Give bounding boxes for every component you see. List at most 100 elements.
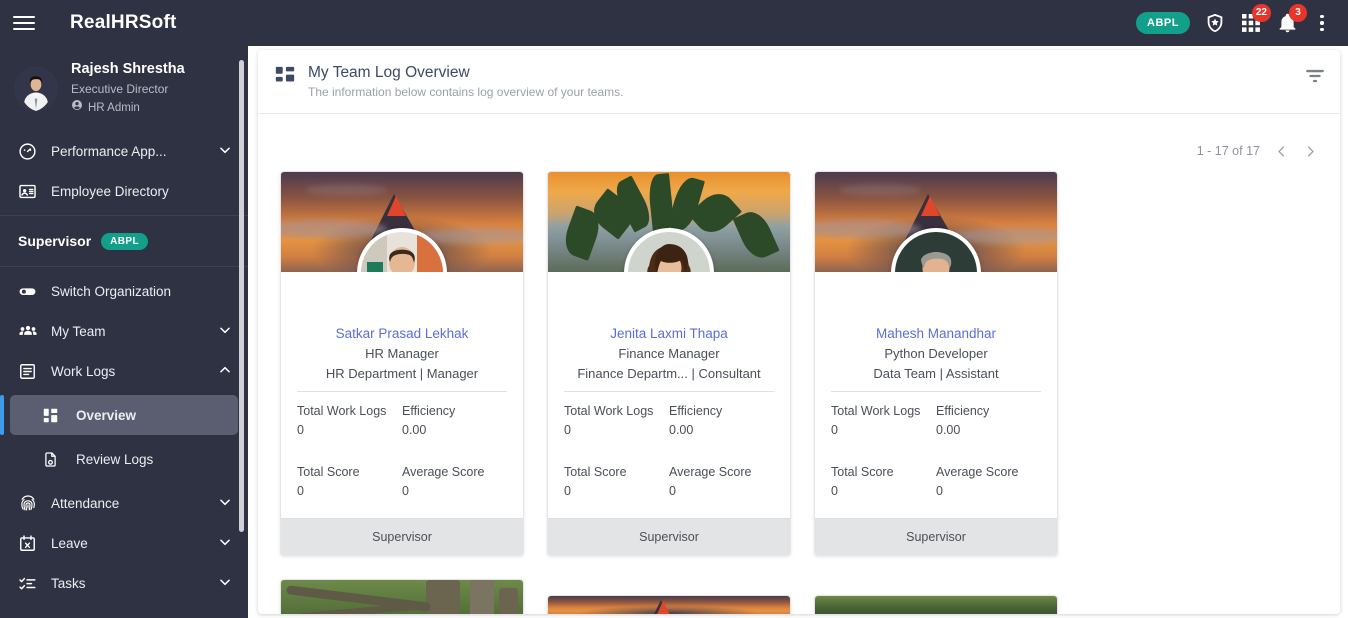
pagination-next-button[interactable] (1303, 144, 1318, 159)
section-label: Supervisor (18, 233, 92, 250)
profile-name: Rajesh Shrestha (71, 61, 185, 77)
sidebar-item-label: Overview (76, 407, 137, 423)
sidebar-item-label: Tasks (51, 575, 86, 591)
sidebar-item-label: Attendance (51, 495, 120, 511)
more-vertical-icon[interactable] (1312, 10, 1332, 36)
stat-label-average-score: Average Score (402, 464, 485, 479)
card-body: Mahesh Manandhar Python Developer Data T… (815, 272, 1057, 518)
stat-label-total-work-logs: Total Work Logs (831, 404, 921, 419)
apps-badge-count: 22 (1251, 4, 1271, 22)
stat-label-total-score: Total Score (297, 464, 360, 479)
profile-role: HR Admin (71, 99, 185, 117)
employee-card[interactable]: Mahesh Manandhar Python Developer Data T… (814, 170, 1058, 556)
sidebar-item-overview[interactable]: Overview (0, 395, 238, 436)
chevron-up-icon (218, 363, 232, 380)
employee-card[interactable]: Satkar Prasad Lekhak HR Manager HR Depar… (280, 170, 524, 556)
bell-icon[interactable]: 3 (1276, 4, 1307, 34)
sidebar-item-employee-directory[interactable]: Employee Directory (0, 171, 248, 211)
sidebar-item-switch-organization[interactable]: Switch Organization (0, 271, 248, 311)
app-root: RealHRSoft ABPL 22 3 Rajesh Shrestha Exe… (0, 0, 1348, 618)
stat-value-total-work-logs: 0 (564, 423, 571, 438)
profile-role-label: HR Admin (88, 101, 140, 114)
stat-label-efficiency: Efficiency (669, 404, 723, 419)
stat-value-efficiency: 0.00 (669, 423, 694, 438)
employee-photo (895, 231, 977, 272)
dashboard-grid-icon (274, 65, 296, 92)
stat-label-average-score: Average Score (936, 464, 1019, 479)
avatar (624, 227, 714, 272)
divider (0, 215, 248, 217)
stat-value-total-score: 0 (297, 484, 304, 499)
employee-name-link[interactable]: Satkar Prasad Lekhak (295, 324, 509, 344)
stat-value-efficiency: 0.00 (936, 423, 961, 438)
employee-department: HR Department | Manager (325, 365, 479, 381)
employee-card[interactable]: Sushmita Gautam Finance Officer Finance … (280, 578, 524, 614)
speedometer-icon (18, 142, 44, 161)
sidebar-item-label: Employee Directory (51, 183, 169, 199)
card-banner-forest (815, 595, 1057, 614)
sidebar-item-my-team[interactable]: My Team (0, 311, 248, 351)
stat-value-total-work-logs: 0 (831, 423, 838, 438)
sidebar-item-label: Switch Organization (51, 283, 172, 299)
content-area: My Team Log Overview The information bel… (248, 46, 1348, 618)
chevron-down-icon (218, 143, 232, 160)
stat-value-average-score: 0 (402, 484, 409, 499)
employee-name-link[interactable]: Jenita Laxmi Thapa (562, 324, 776, 344)
task-list-icon (18, 574, 44, 593)
employee-department: Finance Departm... | Consultant (577, 365, 761, 381)
sidebar-scrollbar[interactable] (239, 60, 244, 532)
profile-designation: Executive Director (71, 81, 169, 96)
section-badge: ABPL (101, 232, 148, 250)
stat-value-average-score: 0 (669, 484, 676, 499)
divider (0, 266, 248, 268)
employee-stats: Total Work Logs 0 Efficiency 0.00 Total Sc… (829, 402, 1043, 508)
chevron-down-icon (218, 323, 232, 340)
divider (564, 391, 774, 393)
page-title: My Team Log Overview (308, 64, 470, 81)
employee-title: Finance Manager (618, 346, 720, 362)
hamburger-icon[interactable] (0, 0, 48, 46)
sidebar-item-tasks[interactable]: Tasks (0, 563, 248, 603)
pagination-range: 1 - 17 of 17 (1196, 144, 1260, 159)
sidebar-item-label: Review Logs (76, 451, 154, 467)
employee-name-link[interactable]: Mahesh Manandhar (829, 324, 1043, 344)
sidebar-profile[interactable]: Rajesh Shrestha Executive Director HR Ad… (0, 46, 248, 131)
stat-value-total-score: 0 (831, 484, 838, 499)
shield-star-icon[interactable] (1204, 12, 1226, 34)
pagination-prev-button[interactable] (1274, 144, 1289, 159)
calendar-x-icon (18, 534, 44, 553)
notebook-icon (18, 362, 44, 381)
stat-value-total-work-logs: 0 (297, 423, 304, 438)
sidebar-item-review-logs[interactable]: Review Logs (10, 439, 238, 479)
sidebar-item-leave[interactable]: Leave (0, 523, 248, 563)
employee-stats: Total Work Logs 0 Efficiency 0.00 Total Sc… (562, 402, 776, 508)
employee-stats: Total Work Logs 0 Efficiency 0.00 Total Sc… (295, 402, 509, 508)
panel-header: My Team Log Overview The information bel… (258, 50, 1340, 114)
employee-title: HR Manager (365, 346, 439, 362)
employee-title: Python Developer (884, 346, 988, 362)
people-group-icon (18, 321, 44, 341)
employee-card[interactable] (547, 594, 791, 614)
employee-card[interactable] (814, 594, 1058, 614)
apps-grid-icon[interactable]: 22 (1240, 4, 1271, 34)
file-clock-icon (42, 451, 66, 468)
chevron-down-icon (218, 495, 232, 512)
card-footer-role: Supervisor (281, 517, 523, 555)
sidebar-item-attendance[interactable]: Attendance (0, 483, 248, 523)
org-badge[interactable]: ABPL (1136, 12, 1190, 34)
employee-department: Data Team | Assistant (873, 365, 999, 381)
sidebar-item-label: Performance App... (51, 143, 167, 159)
employee-card[interactable]: Jenita Laxmi Thapa Finance Manager Finan… (547, 170, 791, 556)
stat-label-total-score: Total Score (831, 464, 894, 479)
sidebar-item-work-logs[interactable]: Work Logs (0, 351, 248, 391)
chevron-down-icon (218, 575, 232, 592)
fingerprint-icon (18, 493, 44, 513)
stat-value-average-score: 0 (936, 484, 943, 499)
sidebar-item-performance-app[interactable]: Performance App... (0, 131, 248, 171)
card-banner-mountain (548, 595, 790, 614)
stat-label-efficiency: Efficiency (936, 404, 990, 419)
sidebar-item-label: My Team (51, 323, 106, 339)
filter-funnel-icon[interactable] (1306, 69, 1324, 90)
sidebar-item-label: Leave (51, 535, 88, 551)
sidebar: Rajesh Shrestha Executive Director HR Ad… (0, 46, 248, 618)
